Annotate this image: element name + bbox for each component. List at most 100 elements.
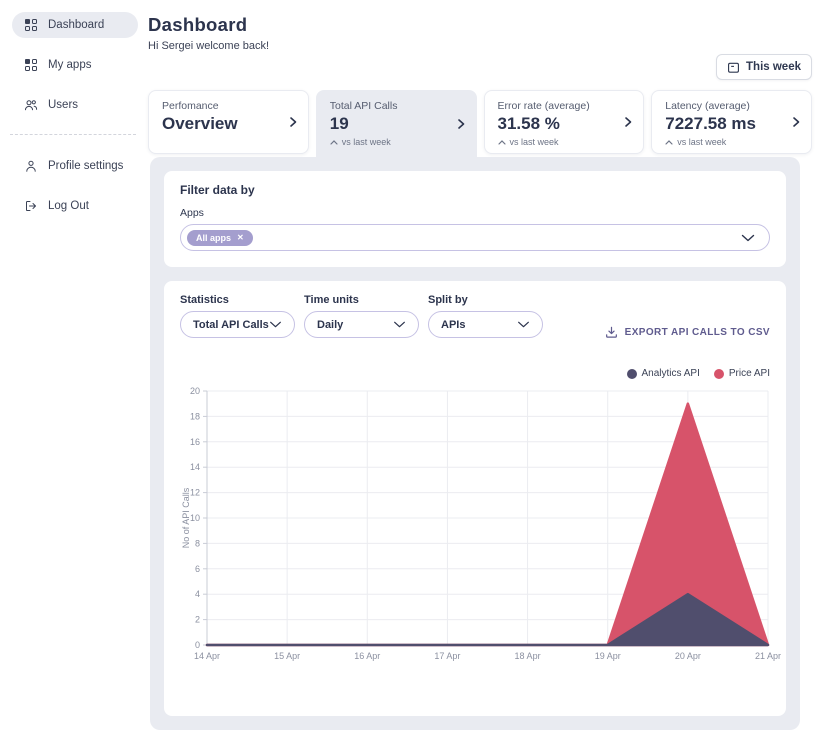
stat-card-value: 19 [329, 114, 349, 133]
caret-up-icon [330, 139, 338, 145]
chevron-right-icon [792, 116, 801, 128]
chevron-down-icon [393, 321, 406, 328]
sidebar-item-my-apps[interactable]: My apps [12, 52, 138, 78]
svg-text:16: 16 [190, 437, 200, 447]
svg-text:10: 10 [190, 513, 200, 523]
sidebar-divider [10, 134, 136, 135]
stat-card-total-api-calls[interactable]: Total API Calls 19 vs last week [315, 90, 477, 157]
sidebar-item-log-out[interactable]: Log Out [12, 193, 138, 219]
svg-text:0: 0 [195, 640, 200, 650]
stat-card-value: 7227.58 ms [665, 114, 756, 133]
svg-text:16 Apr: 16 Apr [354, 651, 380, 661]
selected-app-chip[interactable]: All apps ✕ [187, 229, 253, 246]
trend-label: vs last week [677, 137, 727, 147]
svg-text:15 Apr: 15 Apr [274, 651, 300, 661]
legend-label: Price API [728, 368, 770, 379]
svg-text:12: 12 [190, 488, 200, 498]
stat-card-trend: vs last week [665, 137, 787, 147]
split-by-select-value: APIs [441, 318, 466, 331]
user-icon [24, 159, 38, 173]
chevron-right-icon [624, 116, 633, 128]
download-icon [605, 326, 618, 339]
time-units-select-label: Time units [304, 294, 359, 306]
svg-text:17 Apr: 17 Apr [434, 651, 460, 661]
chevron-down-icon [517, 321, 530, 328]
svg-text:8: 8 [195, 538, 200, 548]
statistics-control: Statistics Total API Calls [180, 294, 295, 338]
time-units-select[interactable]: Daily [304, 311, 419, 338]
trend-label: vs last week [509, 137, 559, 147]
apps-field-label: Apps [180, 207, 204, 219]
grid-icon [24, 58, 38, 72]
logout-icon [24, 199, 38, 213]
svg-text:21 Apr: 21 Apr [755, 651, 781, 661]
dashboard-content-panel: Filter data by Apps All apps ✕ Statistic… [150, 157, 800, 730]
chevron-right-icon [457, 118, 466, 130]
sidebar-item-profile-settings[interactable]: Profile settings [12, 153, 138, 179]
statistics-select[interactable]: Total API Calls [180, 311, 295, 338]
svg-text:20: 20 [190, 386, 200, 396]
caret-up-icon [497, 139, 506, 145]
legend-label: Analytics API [641, 368, 700, 379]
statistics-select-value: Total API Calls [193, 318, 269, 331]
svg-text:20 Apr: 20 Apr [675, 651, 701, 661]
time-units-select-value: Daily [317, 318, 344, 331]
trend-label: vs last week [341, 137, 391, 147]
svg-text:14 Apr: 14 Apr [194, 651, 220, 661]
grid-icon [24, 18, 38, 32]
chart-legend: Analytics API Price API [180, 368, 770, 379]
stat-card-value: 31.58 % [497, 114, 560, 133]
export-csv-button[interactable]: EXPORT API CALLS TO CSV [605, 326, 770, 339]
legend-item-price-api[interactable]: Price API [713, 368, 770, 379]
sidebar-item-label: My apps [48, 59, 92, 71]
sidebar-item-label: Dashboard [48, 19, 105, 31]
split-by-select-label: Split by [428, 294, 468, 306]
svg-text:18 Apr: 18 Apr [515, 651, 541, 661]
sidebar-item-dashboard[interactable]: Dashboard [12, 12, 138, 38]
stat-card-trend: vs last week [330, 137, 452, 147]
page-title: Dashboard [148, 14, 248, 35]
chevron-down-icon [269, 321, 282, 328]
svg-text:14: 14 [190, 462, 200, 472]
legend-dot-price [713, 368, 724, 379]
stat-card-label: Perfomance [162, 100, 219, 112]
caret-up-icon [665, 139, 673, 145]
calendar-icon [727, 61, 740, 74]
users-icon [24, 98, 38, 112]
filter-title: Filter data by [180, 183, 255, 197]
statistics-panel: Statistics Total API Calls Time units Da… [164, 281, 786, 716]
chevron-right-icon [289, 116, 298, 128]
stat-card-error-rate[interactable]: Error rate (average) 31.58 % vs last wee… [483, 90, 645, 154]
stat-card-label: Latency (average) [665, 100, 750, 112]
time-units-control: Time units Daily [304, 294, 419, 338]
stat-card-latency[interactable]: Latency (average) 7227.58 ms vs last wee… [651, 90, 812, 154]
svg-text:18: 18 [190, 411, 200, 421]
sidebar-item-label: Users [48, 99, 79, 111]
sidebar-item-label: Profile settings [48, 160, 124, 172]
stat-card-label: Total API Calls [329, 100, 398, 112]
stat-card-value: Overview [162, 114, 238, 133]
chevron-down-icon [741, 234, 755, 242]
date-range-button[interactable]: This week [716, 54, 812, 80]
filter-panel: Filter data by Apps All apps ✕ [164, 171, 786, 267]
stat-card-performance[interactable]: Perfomance Overview [148, 90, 309, 154]
export-csv-label: EXPORT API CALLS TO CSV [624, 327, 770, 338]
sidebar-item-users[interactable]: Users [12, 92, 138, 118]
split-by-select[interactable]: APIs [428, 311, 543, 338]
svg-text:No of API Calls: No of API Calls [181, 487, 191, 548]
date-range-label: This week [746, 61, 801, 73]
legend-dot-analytics [626, 368, 637, 379]
statistics-select-label: Statistics [180, 294, 229, 306]
remove-chip-icon[interactable]: ✕ [237, 233, 244, 242]
svg-text:2: 2 [195, 615, 200, 625]
svg-text:6: 6 [195, 564, 200, 574]
svg-text:19 Apr: 19 Apr [595, 651, 621, 661]
sidebar-item-label: Log Out [48, 200, 89, 212]
api-calls-area-chart: 0 2 4 6 8 10 12 14 16 18 20 14 Apr 15 Apr 16 Apr 17 Ap… [180, 385, 781, 674]
stat-cards-row: Perfomance Overview Total API Calls 19 v… [148, 90, 812, 157]
split-by-control: Split by APIs [428, 294, 543, 338]
legend-item-analytics-api[interactable]: Analytics API [626, 368, 700, 379]
greeting-text: Hi Sergei welcome back! [148, 40, 270, 52]
apps-multiselect[interactable]: All apps ✕ [180, 224, 770, 251]
svg-text:4: 4 [195, 589, 200, 599]
